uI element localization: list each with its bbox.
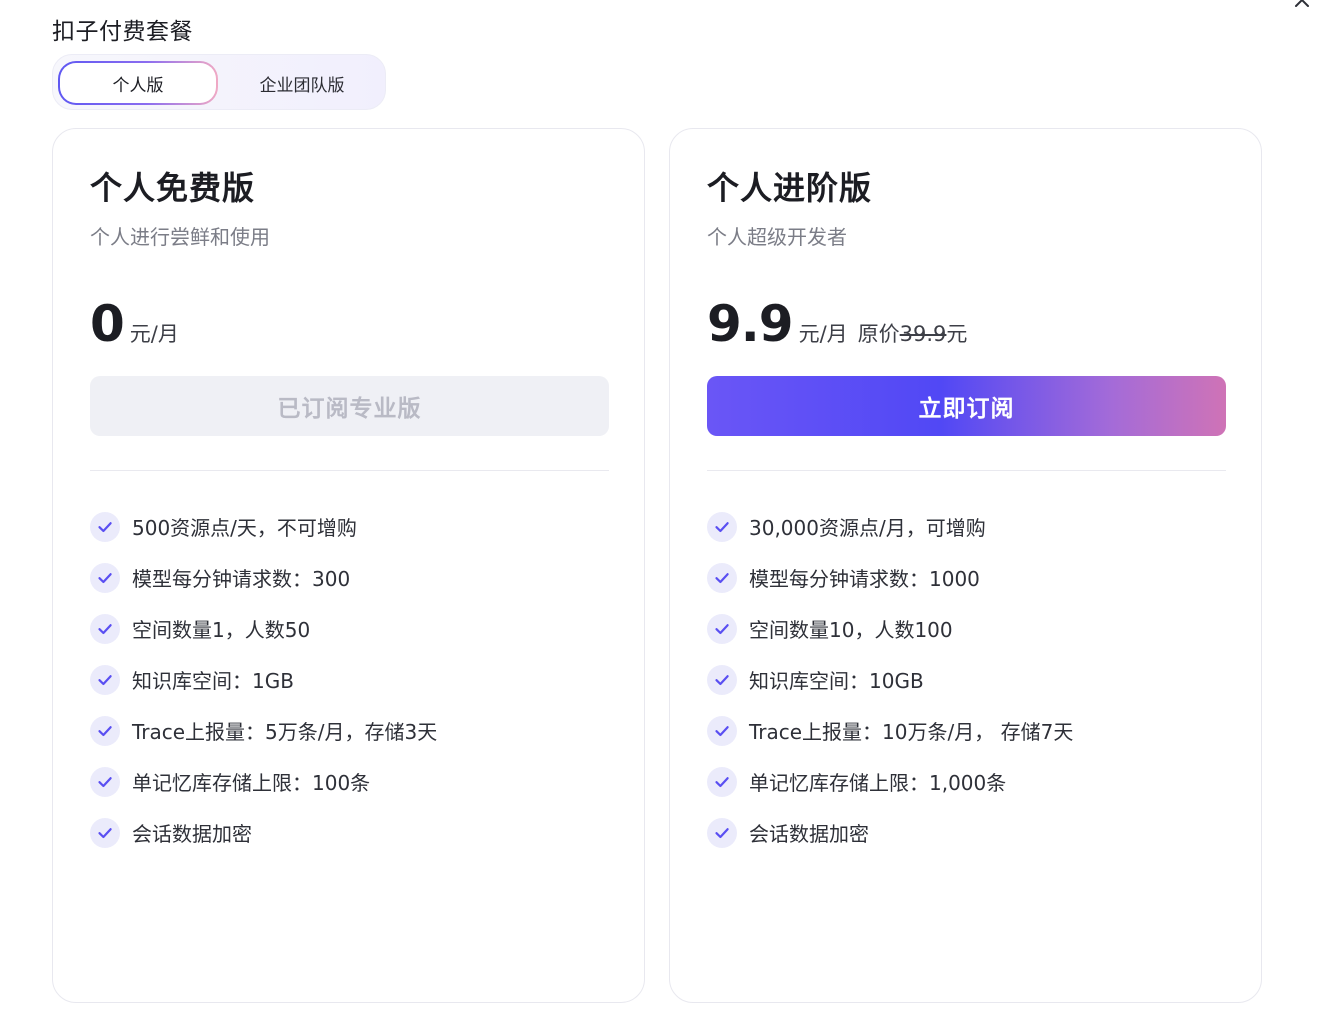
modal-title: 扣子付费套餐	[52, 19, 193, 45]
price-unit: 元/月	[798, 322, 848, 346]
feature-item: 单记忆库存储上限：1,000条	[707, 756, 1073, 807]
original-price-label: 原价	[857, 322, 900, 346]
price-unit: 元/月	[129, 322, 179, 346]
check-icon	[90, 511, 120, 542]
check-icon	[707, 766, 737, 797]
tab-enterprise[interactable]: 企业团队版	[223, 61, 381, 105]
check-icon	[90, 664, 120, 695]
feature-list: 30,000资源点/月，可增购 模型每分钟请求数：1000 空间数量10，人数1…	[707, 501, 1073, 858]
feature-item: 空间数量10，人数100	[707, 603, 1073, 654]
feature-text: 500资源点/天，不可增购	[132, 516, 357, 540]
feature-text: Trace上报量：5万条/月，存储3天	[132, 720, 438, 744]
check-icon	[707, 511, 737, 542]
plan-card-free: 个人免费版 个人进行尝鲜和使用 0 元/月 已订阅专业版 500资源点/天，不可…	[52, 128, 645, 1003]
subscribe-now-button[interactable]: 立即订阅	[707, 376, 1226, 436]
check-icon	[707, 664, 737, 695]
plan-subtitle: 个人超级开发者	[707, 225, 847, 249]
feature-list: 500资源点/天，不可增购 模型每分钟请求数：300 空间数量1，人数50 知识…	[90, 501, 437, 858]
price-value: 9.9	[707, 295, 794, 353]
feature-text: 空间数量10，人数100	[749, 618, 953, 642]
feature-item: 空间数量1，人数50	[90, 603, 437, 654]
feature-text: 单记忆库存储上限：1,000条	[749, 771, 1007, 795]
price-row: 0 元/月	[90, 299, 179, 349]
feature-item: Trace上报量：5万条/月，存储3天	[90, 705, 437, 756]
check-icon	[707, 715, 737, 746]
check-icon	[90, 715, 120, 746]
feature-text: 30,000资源点/月，可增购	[749, 516, 986, 540]
close-icon[interactable]	[1292, 0, 1312, 10]
pricing-modal: 扣子付费套餐 个人版 企业团队版 个人免费版 个人进行尝鲜和使用 0 元/月 已…	[0, 0, 1324, 1030]
check-icon	[707, 562, 737, 593]
check-icon	[707, 817, 737, 848]
check-icon	[90, 766, 120, 797]
plan-subtitle: 个人进行尝鲜和使用	[90, 225, 270, 249]
check-icon	[90, 613, 120, 644]
feature-text: 空间数量1，人数50	[132, 618, 311, 642]
original-price-value: 39.9	[899, 322, 947, 346]
feature-item: 模型每分钟请求数：300	[90, 552, 437, 603]
plan-title: 个人进阶版	[707, 169, 873, 207]
feature-item: Trace上报量：10万条/月， 存储7天	[707, 705, 1073, 756]
feature-item: 知识库空间：10GB	[707, 654, 1073, 705]
feature-text: Trace上报量：10万条/月， 存储7天	[749, 720, 1074, 744]
plan-title: 个人免费版	[90, 169, 256, 207]
subscribed-button: 已订阅专业版	[90, 376, 609, 436]
feature-item: 会话数据加密	[90, 807, 437, 858]
feature-text: 模型每分钟请求数：300	[132, 567, 351, 591]
feature-text: 会话数据加密	[749, 822, 869, 846]
feature-item: 500资源点/天，不可增购	[90, 501, 437, 552]
feature-item: 单记忆库存储上限：100条	[90, 756, 437, 807]
price-value: 0	[90, 295, 125, 353]
feature-text: 知识库空间：10GB	[749, 669, 924, 693]
feature-item: 知识库空间：1GB	[90, 654, 437, 705]
plan-card-pro: 个人进阶版 个人超级开发者 9.9 元/月 原价 39.9 元 立即订阅 30,…	[669, 128, 1262, 1003]
check-icon	[707, 613, 737, 644]
original-price-suffix: 元	[946, 322, 968, 346]
plan-type-tabs: 个人版 企业团队版	[52, 54, 386, 110]
check-icon	[90, 562, 120, 593]
divider	[707, 470, 1226, 471]
feature-text: 单记忆库存储上限：100条	[132, 771, 371, 795]
feature-text: 模型每分钟请求数：1000	[749, 567, 980, 591]
price-row: 9.9 元/月 原价 39.9 元	[707, 299, 967, 349]
feature-text: 会话数据加密	[132, 822, 252, 846]
feature-item: 会话数据加密	[707, 807, 1073, 858]
feature-text: 知识库空间：1GB	[132, 669, 294, 693]
tab-personal[interactable]: 个人版	[58, 61, 218, 105]
feature-item: 30,000资源点/月，可增购	[707, 501, 1073, 552]
divider	[90, 470, 609, 471]
feature-item: 模型每分钟请求数：1000	[707, 552, 1073, 603]
check-icon	[90, 817, 120, 848]
